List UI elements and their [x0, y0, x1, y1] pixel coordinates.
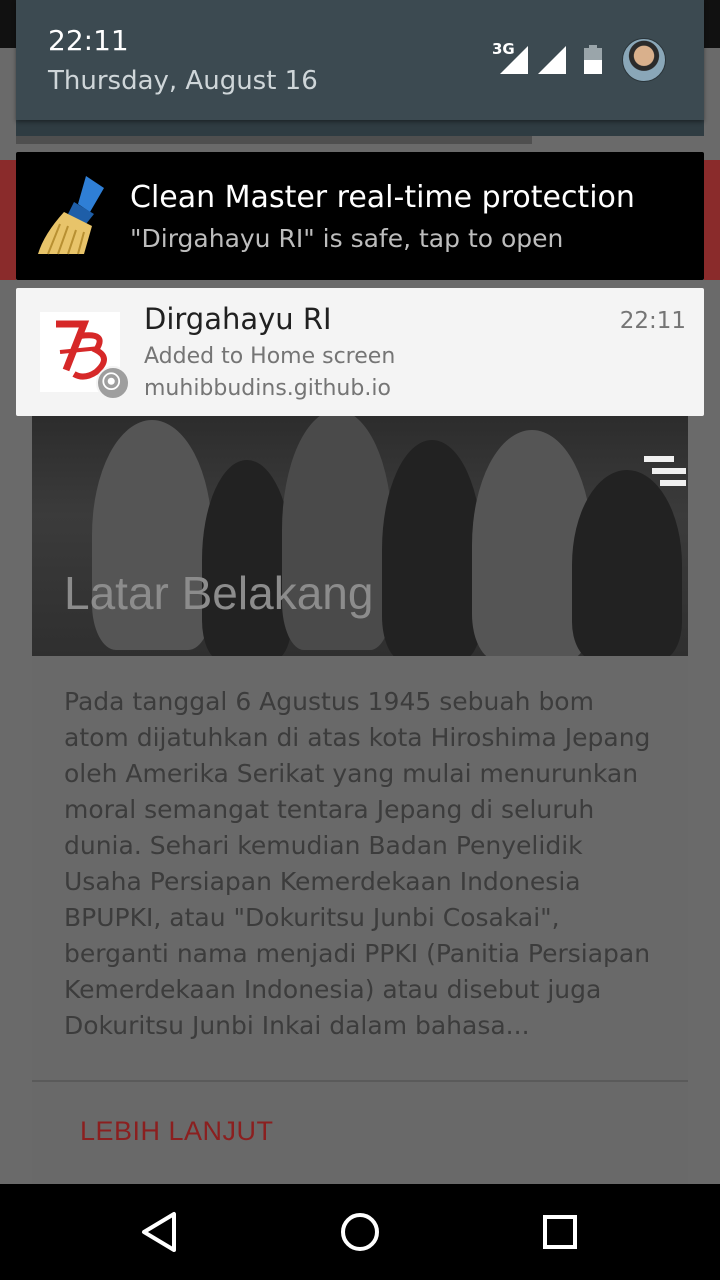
notification-shade-header: 22:11 Thursday, August 16 3G [16, 0, 704, 120]
date: Thursday, August 16 [48, 66, 318, 96]
signal-3g-icon [500, 46, 528, 74]
status-icons [500, 45, 602, 74]
notification-text: "Dirgahayu RI" is safe, tap to open [130, 224, 564, 253]
notification-text: Added to Home screen [144, 344, 396, 369]
notification-title: Dirgahayu RI [144, 302, 332, 336]
shade-edge [16, 120, 704, 136]
clock: 22:11 [48, 24, 129, 57]
hero-image: Latar Belakang [32, 400, 688, 656]
read-more-link[interactable]: LEBIH LANJUT [80, 1116, 274, 1147]
notification-source: muhibbudins.github.io [144, 376, 391, 401]
notification-dirgahayu[interactable]: Dirgahayu RI 22:11 Added to Home screen … [16, 288, 704, 416]
chrome-icon [96, 366, 130, 400]
notification-time: 22:11 [619, 308, 686, 334]
notification-clean-master[interactable]: Clean Master real-time protection "Dirga… [16, 152, 704, 280]
notification-title: Clean Master real-time protection [130, 180, 635, 215]
app-header-strip-left [0, 160, 16, 280]
navigation-bar [0, 1184, 720, 1280]
home-icon[interactable] [336, 1208, 384, 1256]
avatar[interactable] [622, 38, 666, 82]
broom-icon [38, 176, 104, 255]
back-icon[interactable] [136, 1208, 184, 1256]
menu-icon[interactable] [638, 456, 686, 490]
signal-icon [538, 46, 566, 74]
shade-shadow [16, 136, 532, 144]
article-card: Latar Belakang Pada tanggal 6 Agustus 19… [32, 400, 688, 1184]
card-divider [32, 1080, 688, 1082]
hero-title: Latar Belakang [64, 567, 374, 619]
recents-icon[interactable] [536, 1208, 584, 1256]
app-header-strip-right [704, 160, 720, 280]
article-excerpt: Pada tanggal 6 Agustus 1945 sebuah bom a… [64, 687, 651, 1040]
